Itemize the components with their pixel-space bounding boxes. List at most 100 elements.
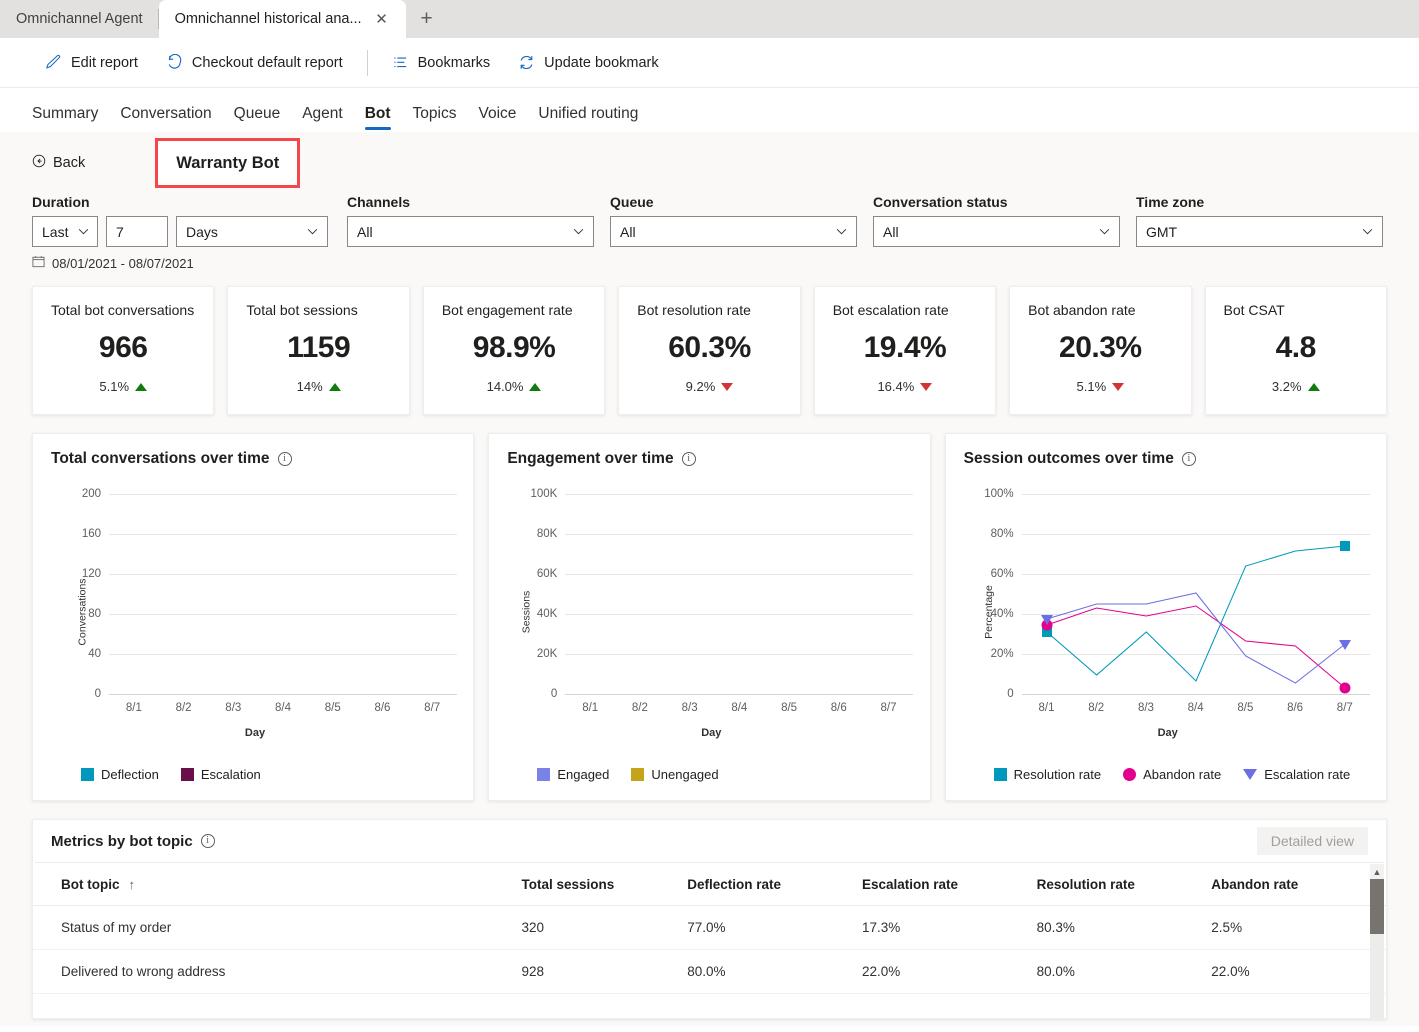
kpi-value: 4.8: [1275, 331, 1317, 364]
legend-item[interactable]: Resolution rate: [993, 767, 1102, 782]
legend-label: Unengaged: [651, 767, 719, 782]
kpi-title: Bot engagement rate: [441, 302, 573, 318]
data-point-marker[interactable]: [1339, 682, 1351, 694]
tab-bot[interactable]: Bot: [354, 105, 402, 132]
conversation-status-select[interactable]: All: [873, 216, 1120, 247]
tab-voice[interactable]: Voice: [467, 105, 527, 132]
kpi-delta-value: 16.4%: [877, 379, 915, 394]
bookmarks-button[interactable]: Bookmarks: [379, 48, 504, 77]
filter-label: Queue: [610, 194, 654, 210]
y-axis-label: Sessions: [520, 590, 533, 634]
column-header-total-sessions[interactable]: Total sessions: [521, 863, 688, 906]
y-axis-tick: 100K: [530, 488, 558, 500]
chart-card-total-conversations-over-time: Total conversations over time i Conversati…: [32, 433, 475, 801]
column-header-resolution-rate[interactable]: Resolution rate: [1036, 863, 1212, 906]
kpi-delta: 16.4%: [815, 379, 995, 394]
edit-report-button[interactable]: Edit report: [32, 48, 151, 77]
x-axis-tick: 8/4: [275, 702, 292, 714]
x-axis-tick: 8/3: [225, 702, 242, 714]
line-series-abandon-rate[interactable]: [1047, 606, 1345, 688]
legend-item[interactable]: Unengaged: [631, 767, 719, 782]
column-header-bot-topic[interactable]: Bot topic ↑: [33, 863, 522, 906]
kpi-card: Bot resolution rate 60.3% 9.2%: [618, 286, 801, 415]
filter-bar: Duration Last 7 Days Channels All Queue …: [32, 194, 1387, 247]
y-axis-tick: 20%: [990, 648, 1014, 660]
metrics-by-bot-topic-card: Metrics by bot topic i Detailed view Bot…: [32, 819, 1387, 1019]
tab-agent[interactable]: Agent: [291, 105, 354, 132]
legend-item[interactable]: Engaged: [537, 767, 609, 782]
bar-slot: 8/2: [159, 494, 209, 714]
filter-label: Time zone: [1136, 194, 1205, 210]
tab-queue[interactable]: Queue: [223, 105, 292, 132]
chart-title: Engagement over time: [507, 450, 674, 467]
kpi-delta: 14.0%: [424, 379, 604, 394]
duration-relative-select[interactable]: Last: [32, 216, 98, 247]
scrollbar-thumb[interactable]: [1370, 879, 1384, 934]
legend-item[interactable]: Escalation: [180, 767, 261, 782]
legend-item[interactable]: Deflection: [81, 767, 159, 782]
time-zone-value: GMT: [1146, 223, 1178, 240]
cell-deflection-rate: 80.0%: [687, 949, 862, 994]
column-header-abandon-rate[interactable]: Abandon rate: [1211, 863, 1386, 906]
queue-select[interactable]: All: [610, 216, 857, 247]
browser-tab-label: Omnichannel Agent: [16, 11, 143, 27]
data-point-marker[interactable]: [1338, 640, 1351, 650]
info-icon[interactable]: i: [681, 452, 696, 466]
column-header-deflection-rate[interactable]: Deflection rate: [687, 863, 862, 906]
tab-topics[interactable]: Topics: [402, 105, 468, 132]
chart-plot-area: Conversations 0 40 80 120 160 200 8/1 8/2 8/3 8/4 8…: [51, 486, 459, 739]
date-range-row: 08/01/2021 - 08/07/2021: [32, 255, 1387, 271]
list-icon: [392, 54, 409, 71]
y-axis-tick: 100%: [984, 488, 1014, 500]
tab-summary[interactable]: Summary: [32, 105, 109, 132]
filter-label: Channels: [347, 194, 411, 210]
browser-tab-historical-analytics[interactable]: Omnichannel historical ana... ✕: [158, 0, 406, 38]
back-label: Back: [53, 155, 86, 171]
legend-item[interactable]: Abandon rate: [1123, 767, 1221, 782]
channels-select[interactable]: All: [347, 216, 594, 247]
checkout-default-report-button[interactable]: Checkout default report: [153, 48, 356, 77]
y-axis-tick: 20K: [536, 648, 558, 660]
table-row[interactable]: Delivered to wrong address 928 80.0% 22.0% 8…: [33, 949, 1386, 994]
tab-conversation[interactable]: Conversation: [109, 105, 222, 132]
kpi-delta: 14%: [228, 379, 408, 394]
time-zone-select[interactable]: GMT: [1136, 216, 1383, 247]
duration-amount-value: 7: [116, 223, 124, 240]
chart-grid: 0 20% 40% 60% 80% 100% 8/1 8/2 8/3 8/4 8/5 8/6 8/7: [984, 488, 1370, 714]
data-point-marker[interactable]: [1339, 541, 1350, 551]
command-label: Checkout default report: [191, 54, 343, 71]
x-axis-tick: 8/3: [1137, 702, 1154, 714]
data-point-marker[interactable]: [1040, 615, 1053, 625]
legend-item[interactable]: Escalation rate: [1243, 767, 1350, 782]
detailed-view-button[interactable]: Detailed view: [1256, 827, 1368, 855]
line-series-resolution-rate[interactable]: [1047, 546, 1345, 681]
x-axis-tick: 8/2: [175, 702, 192, 714]
plus-icon[interactable]: +: [406, 0, 448, 38]
cell-total-sessions: 928: [521, 949, 688, 994]
duration-unit-select[interactable]: Days: [176, 216, 328, 247]
x-axis-label: Day: [1157, 727, 1178, 739]
undo-icon: [166, 54, 183, 71]
duration-amount-input[interactable]: 7: [106, 216, 168, 247]
scroll-up-chevron-icon[interactable]: ▲: [1370, 864, 1384, 879]
bar-slot: 8/7: [864, 494, 914, 714]
info-icon[interactable]: i: [1181, 452, 1196, 466]
chart-card-session-outcomes-over-time: Session outcomes over time i Percentage 0 20…: [944, 433, 1387, 801]
info-icon[interactable]: i: [277, 452, 292, 466]
x-axis-tick: 8/4: [731, 702, 748, 714]
column-header-escalation-rate[interactable]: Escalation rate: [861, 863, 1037, 906]
bot-topic-table: Bot topic ↑ Total sessions Deflection rat…: [33, 863, 1386, 994]
legend-label: Deflection: [101, 767, 159, 782]
table-row[interactable]: Status of my order 320 77.0% 17.3% 80.3% 2.5%: [33, 905, 1386, 950]
table-vertical-scrollbar[interactable]: ▲: [1370, 864, 1384, 1018]
update-bookmark-button[interactable]: Update bookmark: [505, 48, 671, 77]
y-axis-label: Conversations: [76, 578, 89, 646]
page-title: Warranty Bot: [176, 153, 280, 172]
legend-label: Resolution rate: [1013, 767, 1102, 782]
browser-tab-omnichannel-agent[interactable]: Omnichannel Agent: [0, 0, 159, 38]
tab-unified-routing[interactable]: Unified routing: [527, 105, 649, 132]
close-icon[interactable]: ✕: [374, 12, 390, 27]
back-button[interactable]: Back: [32, 154, 85, 172]
info-icon[interactable]: i: [200, 834, 215, 848]
trend-up-icon: [529, 382, 542, 391]
